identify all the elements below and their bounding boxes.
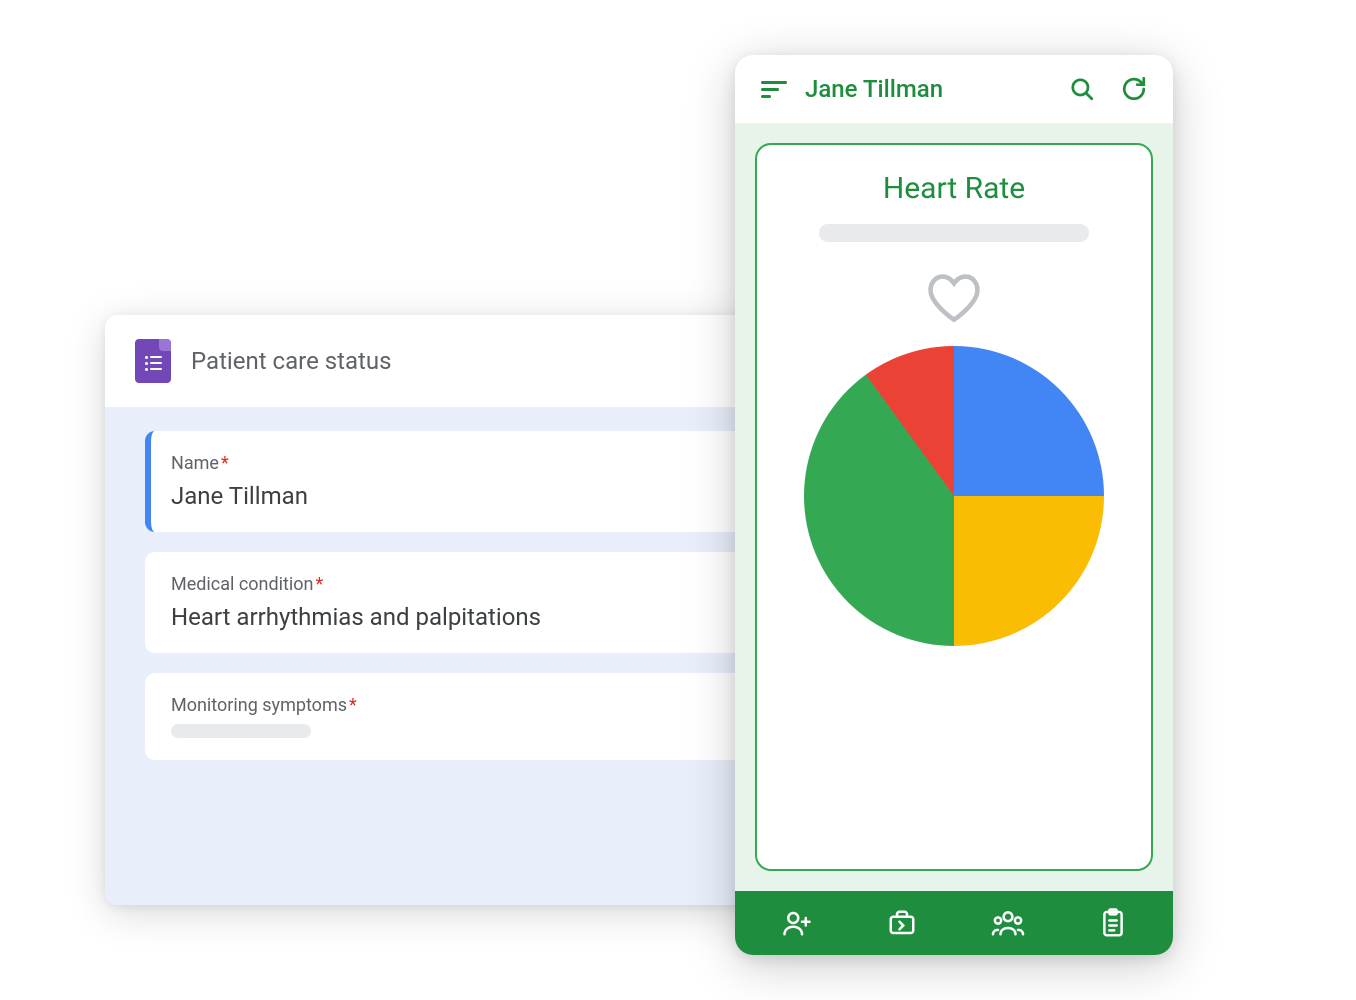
clipboard-icon[interactable]	[1098, 907, 1128, 939]
name-input-value[interactable]: Jane Tillman	[171, 482, 787, 510]
form-title: Patient care status	[191, 347, 392, 375]
briefcase-icon[interactable]	[885, 908, 919, 938]
field-label: Monitoring symptoms*	[171, 695, 787, 716]
mobile-app-panel: Jane Tillman Heart Rate	[735, 55, 1173, 955]
search-icon[interactable]	[1069, 76, 1095, 102]
sort-icon[interactable]	[761, 81, 787, 98]
heart-icon	[926, 272, 982, 326]
field-label-text: Name	[171, 453, 219, 474]
symptoms-input-placeholder[interactable]	[171, 724, 311, 738]
mobile-header: Jane Tillman	[735, 55, 1173, 123]
form-field-medical-condition[interactable]: Medical condition* Heart arrhythmias and…	[145, 552, 813, 653]
form-field-name[interactable]: Name* Jane Tillman	[145, 431, 813, 532]
form-field-monitoring-symptoms[interactable]: Monitoring symptoms*	[145, 673, 813, 760]
required-asterisk: *	[221, 453, 229, 474]
heart-rate-card: Heart Rate	[755, 143, 1153, 871]
field-label: Name*	[171, 453, 787, 474]
group-icon[interactable]	[989, 908, 1027, 938]
refresh-icon[interactable]	[1121, 76, 1147, 102]
google-forms-icon	[135, 339, 171, 383]
required-asterisk: *	[349, 695, 357, 716]
mobile-body: Heart Rate	[735, 123, 1173, 891]
add-person-icon[interactable]	[780, 908, 814, 938]
medical-condition-input-value[interactable]: Heart arrhythmias and palpitations	[171, 603, 787, 631]
mobile-tabbar	[735, 891, 1173, 955]
required-asterisk: *	[315, 574, 323, 595]
field-label: Medical condition*	[171, 574, 787, 595]
heart-rate-subtitle-placeholder	[819, 224, 1089, 242]
patient-name-heading: Jane Tillman	[805, 75, 1051, 103]
heart-rate-pie-chart	[804, 346, 1104, 646]
field-label-text: Monitoring symptoms	[171, 695, 347, 716]
heart-rate-title: Heart Rate	[883, 171, 1025, 206]
field-label-text: Medical condition	[171, 574, 313, 595]
